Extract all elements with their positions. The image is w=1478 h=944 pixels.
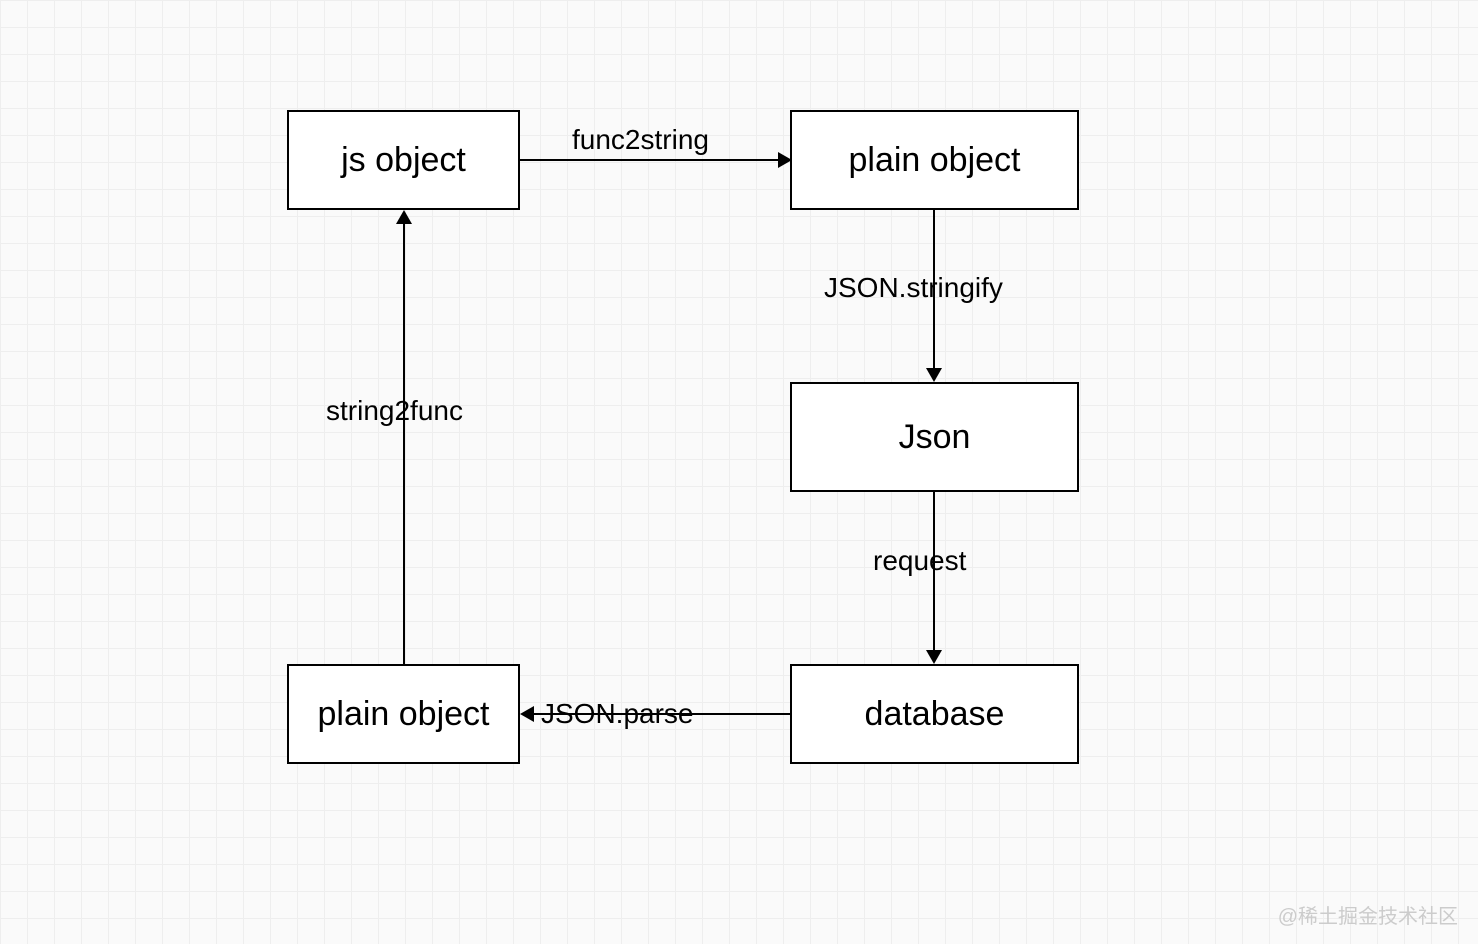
node-label: plain object bbox=[317, 695, 489, 734]
edge-label-string2func: string2func bbox=[326, 395, 463, 427]
watermark-text: @稀土掘金技术社区 bbox=[1278, 900, 1458, 929]
node-plain-object-top: plain object bbox=[790, 110, 1079, 210]
arrow-head-icon bbox=[926, 650, 942, 664]
node-label: database bbox=[865, 695, 1005, 734]
node-json: Json bbox=[790, 382, 1079, 492]
node-js-object: js object bbox=[287, 110, 520, 210]
arrow-head-icon bbox=[396, 210, 412, 224]
edge-label-func2string: func2string bbox=[572, 124, 709, 156]
node-database: database bbox=[790, 664, 1079, 764]
node-label: plain object bbox=[848, 141, 1020, 180]
node-label: js object bbox=[341, 141, 466, 180]
node-plain-object-bottom: plain object bbox=[287, 664, 520, 764]
arrow-head-icon bbox=[778, 152, 792, 168]
arrow-head-icon bbox=[520, 706, 534, 722]
arrow-string2func bbox=[403, 222, 405, 664]
edge-label-json-stringify: JSON.stringify bbox=[824, 272, 1003, 304]
arrow-head-icon bbox=[926, 368, 942, 382]
edge-label-request: request bbox=[873, 545, 966, 577]
node-label: Json bbox=[899, 418, 971, 457]
arrow-func2string bbox=[520, 159, 778, 161]
edge-label-json-parse: JSON.parse bbox=[541, 698, 694, 730]
